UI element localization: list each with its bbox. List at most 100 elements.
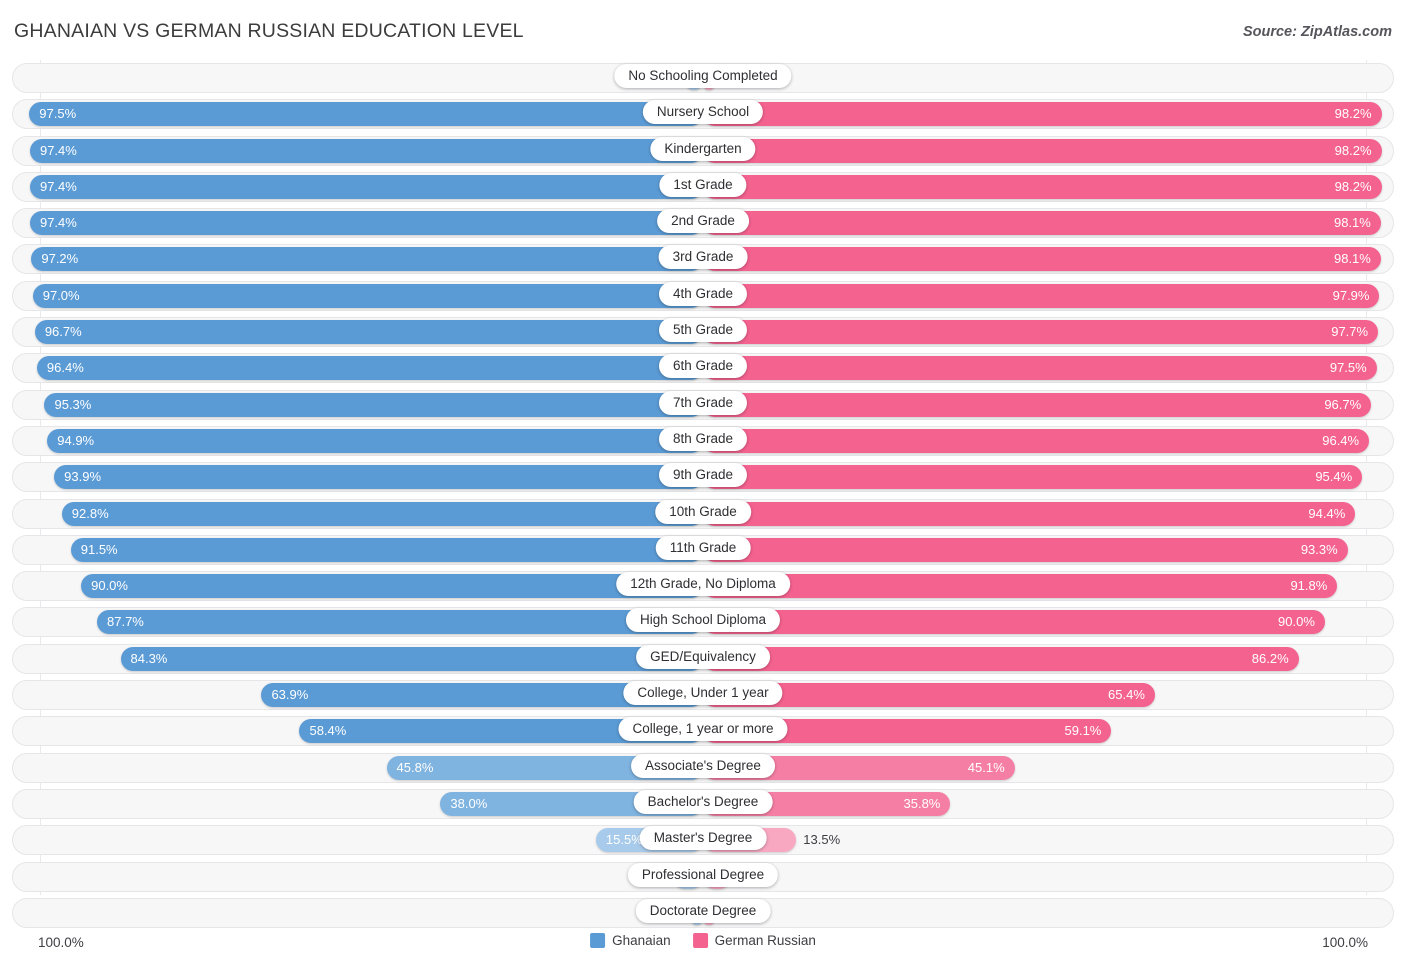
value-label-ghanaian: 91.5% [80, 541, 118, 557]
right-series-area: 35.8% [703, 789, 1394, 819]
bar-german-russian[interactable]: 90.0% [703, 610, 1325, 635]
bar-german-russian[interactable]: 94.4% [703, 501, 1356, 526]
left-series-area: 97.5% [12, 99, 703, 129]
right-series-area: 96.4% [703, 426, 1394, 456]
chart-row: 63.9% 65.4% College, Under 1 year [0, 677, 1406, 713]
row-bars: 1.8%1.8%Doctorate Degree [12, 898, 1394, 928]
bar-ghanaian[interactable]: 97.4% [29, 211, 703, 236]
value-label-ghanaian: 90.0% [91, 578, 128, 594]
row-bars: 96.4% 97.5% 6th Grade [12, 353, 1394, 383]
value-label-ghanaian: 63.9% [271, 687, 309, 703]
bar-german-russian[interactable]: 91.8% [703, 574, 1338, 599]
left-series-area: 95.3% [12, 390, 703, 420]
bar-ghanaian[interactable]: 96.4% [36, 356, 703, 381]
bar-ghanaian[interactable]: 94.9% [47, 428, 703, 453]
chart-row: 91.5% 93.3% 11th Grade [0, 532, 1406, 568]
value-label-ghanaian: 93.9% [64, 469, 102, 485]
bar-ghanaian[interactable]: 97.2% [31, 247, 703, 272]
category-label: Kindergarten [650, 136, 756, 161]
bar-ghanaian[interactable]: 95.3% [44, 392, 703, 417]
diverging-bar-chart: 2.6% 1.8% No Schooling Completed 97.5% 98.2%… [0, 56, 1406, 937]
value-label-ghanaian: 94.9% [57, 432, 95, 448]
right-series-area: 97.7% [703, 317, 1394, 347]
bar-ghanaian[interactable]: 97.0% [32, 283, 703, 308]
row-bars: 4.3%4.0%Professional Degree [12, 862, 1394, 892]
bar-german-russian[interactable]: 95.4% [703, 465, 1363, 490]
legend-item[interactable]: German Russian [692, 933, 816, 948]
bar-german-russian[interactable]: 86.2% [703, 646, 1299, 671]
chart-row: 95.3% 96.7% 7th Grade [0, 387, 1406, 423]
row-bars: 91.5% 93.3% 11th Grade [12, 535, 1394, 565]
chart-row: 97.2% 98.1% 3rd Grade [0, 241, 1406, 277]
left-series-area: 58.4% [12, 716, 703, 746]
bar-ghanaian[interactable]: 97.5% [29, 102, 703, 127]
bar-german-russian[interactable]: 98.1% [703, 247, 1381, 272]
chart-legend: Ghanaian German Russian [590, 933, 816, 948]
left-series-area: 4.3% [12, 862, 703, 892]
bar-ghanaian[interactable]: 91.5% [70, 537, 703, 562]
bar-ghanaian[interactable]: 96.7% [34, 320, 703, 345]
page-header: GHANAIAN VS GERMAN RUSSIAN EDUCATION LEV… [0, 0, 1406, 56]
left-series-area: 1.8% [12, 898, 703, 928]
chart-row: 4.3%4.0%Professional Degree [0, 859, 1406, 895]
legend-label: Ghanaian [612, 933, 671, 948]
value-label-german-russian: 59.1% [1064, 723, 1102, 739]
bar-ghanaian[interactable]: 93.9% [54, 465, 703, 490]
left-series-area: 91.5% [12, 535, 703, 565]
bar-german-russian[interactable]: 93.3% [703, 537, 1348, 562]
chart-page: GHANAIAN VS GERMAN RUSSIAN EDUCATION LEV… [0, 0, 1406, 975]
legend-item[interactable]: Ghanaian [590, 933, 671, 948]
bar-german-russian[interactable]: 96.7% [703, 392, 1372, 417]
bar-ghanaian[interactable]: 90.0% [81, 574, 703, 599]
bar-ghanaian[interactable]: 97.4% [29, 174, 703, 199]
value-label-german-russian: 93.3% [1300, 541, 1338, 557]
value-label-ghanaian: 15.5% [605, 832, 643, 848]
category-label: Nursery School [642, 100, 764, 125]
chart-row: 96.7% 97.7% 5th Grade [0, 314, 1406, 350]
chart-row: 90.0% 91.8% 12th Grade, No Diploma [0, 568, 1406, 604]
bar-german-russian[interactable]: 97.7% [703, 320, 1379, 345]
bar-german-russian[interactable]: 97.9% [703, 283, 1380, 308]
category-label: 6th Grade [658, 354, 748, 379]
bar-ghanaian[interactable]: 92.8% [61, 501, 703, 526]
value-label-ghanaian: 97.5% [39, 106, 77, 122]
right-series-area: 98.1% [703, 208, 1394, 238]
legend-swatch [692, 933, 708, 948]
right-series-area: 4.0% [703, 862, 1394, 892]
right-series-area: 95.4% [703, 462, 1394, 492]
left-series-area: 97.4% [12, 208, 703, 238]
chart-row: 93.9% 95.4% 9th Grade [0, 459, 1406, 495]
value-label-ghanaian: 97.4% [39, 215, 77, 231]
bar-german-russian[interactable]: 98.2% [703, 174, 1382, 199]
bar-german-russian[interactable]: 98.1% [703, 211, 1381, 236]
value-label-ghanaian: 97.0% [42, 287, 80, 303]
chart-row: 1.8%1.8%Doctorate Degree [0, 895, 1406, 931]
left-series-area: 2.6% [12, 63, 703, 93]
bar-german-russian[interactable]: 97.5% [703, 356, 1377, 381]
category-label: No Schooling Completed [614, 64, 792, 88]
bar-ghanaian[interactable]: 97.4% [29, 138, 703, 163]
bar-german-russian[interactable]: 96.4% [703, 428, 1370, 453]
right-series-area: 90.0% [703, 607, 1394, 637]
row-bars: 38.0% 35.8% Bachelor's Degree [12, 789, 1394, 819]
left-series-area: 96.4% [12, 353, 703, 383]
category-label: 2nd Grade [657, 209, 749, 234]
value-label-german-russian: 91.8% [1290, 578, 1328, 594]
bar-ghanaian[interactable]: 84.3% [120, 646, 703, 671]
chart-row: 15.5% 13.5% Master's Degree [0, 822, 1406, 858]
legend-swatch [590, 933, 606, 948]
value-label-ghanaian: 84.3% [130, 650, 168, 666]
row-bars: 90.0% 91.8% 12th Grade, No Diploma [12, 571, 1394, 601]
bar-ghanaian[interactable]: 87.7% [97, 610, 703, 635]
bar-german-russian[interactable]: 98.2% [703, 138, 1382, 163]
row-bars: 58.4% 59.1% College, 1 year or more [12, 716, 1394, 746]
left-series-area: 87.7% [12, 607, 703, 637]
value-label-german-russian: 90.0% [1278, 614, 1315, 630]
row-bars: 45.8% 45.1% Associate's Degree [12, 753, 1394, 783]
axis-label-left: 100.0% [38, 935, 84, 950]
right-series-area: 59.1% [703, 716, 1394, 746]
bar-german-russian[interactable]: 98.2% [703, 102, 1382, 127]
row-bars: 96.7% 97.7% 5th Grade [12, 317, 1394, 347]
chart-row: 92.8% 94.4% 10th Grade [0, 496, 1406, 532]
left-series-area: 97.4% [12, 172, 703, 202]
